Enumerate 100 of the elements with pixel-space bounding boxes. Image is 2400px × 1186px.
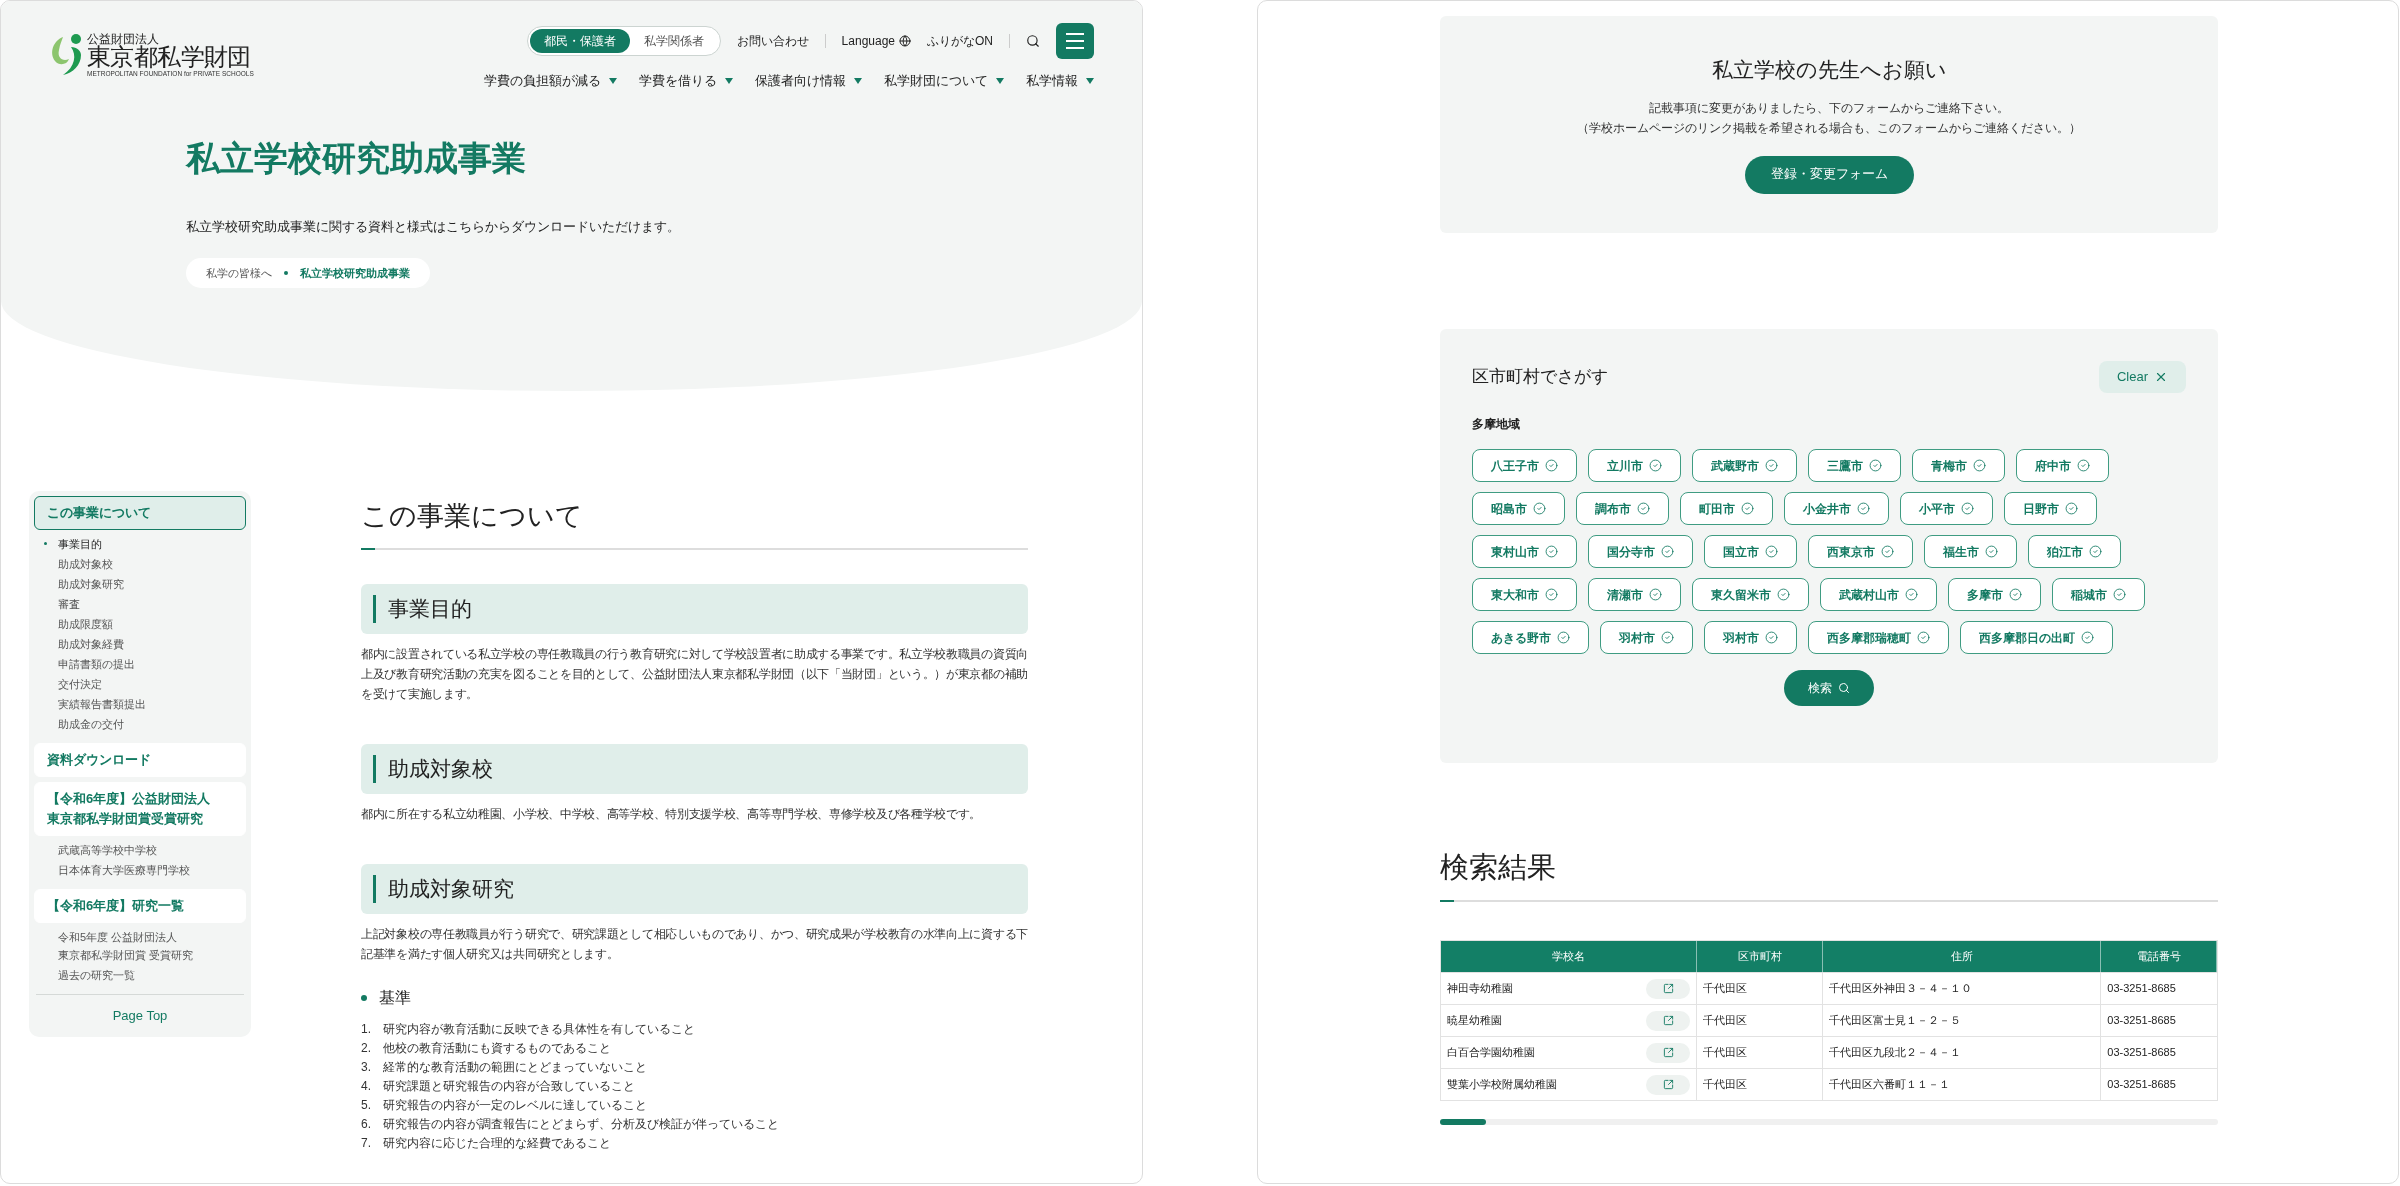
check-circle-icon	[1765, 545, 1778, 558]
table-cell-text: 神田寺幼稚園	[1447, 981, 1513, 997]
sidebar-link[interactable]: 実績報告書類提出	[58, 694, 146, 714]
breadcrumb-link[interactable]: 私学の皆様へ	[206, 264, 272, 282]
external-link-button[interactable]	[1646, 1074, 1691, 1095]
municipality-chip[interactable]: 稲城市	[2052, 578, 2145, 611]
sidebar-link[interactable]: 日本体育大学医療専門学校	[58, 860, 190, 880]
check-circle-icon	[1917, 631, 1930, 644]
sidebar-link[interactable]: 助成対象経費	[58, 634, 124, 654]
page-lead: 私立学校研究助成事業に関する資料と様式はこちらからダウンロードいただけます。	[186, 217, 681, 236]
criteria-item: 研究報告の内容が一定のレベルに達していること	[383, 1097, 647, 1114]
municipality-chip[interactable]: 福生市	[1924, 535, 2017, 568]
audience-tab[interactable]: 私学関係者	[629, 29, 718, 53]
municipality-chip[interactable]: 西東京市	[1808, 535, 1913, 568]
municipality-chip[interactable]: 国立市	[1704, 535, 1797, 568]
sidebar-link[interactable]: 助成限度額	[58, 614, 113, 634]
section-heading: 助成対象校	[361, 744, 1028, 794]
municipality-chip[interactable]: 町田市	[1680, 492, 1773, 525]
table-cell-text: 千代田区外神田３－４－１０	[1829, 981, 1973, 997]
logo-org-type: 公益財団法人	[87, 33, 159, 45]
criteria-item: 研究課題と研究報告の内容が合致していること	[383, 1078, 635, 1095]
check-circle-icon	[1857, 502, 1870, 515]
menu-button[interactable]	[1056, 23, 1094, 59]
audience-tab[interactable]: 都民・保護者	[529, 29, 630, 53]
furigana-link[interactable]: ふりがなON	[927, 32, 993, 50]
bullet-icon	[361, 995, 367, 1001]
municipality-chip[interactable]: 羽村市	[1600, 621, 1693, 654]
criteria-item: 研究内容が教育活動に反映できる具体性を有していること	[383, 1021, 695, 1038]
table-cell-text: 03-3251-8685	[2107, 1045, 2176, 1061]
sidebar-link[interactable]: 助成対象研究	[58, 574, 124, 594]
municipality-chip[interactable]: 小平市	[1900, 492, 1993, 525]
clear-button[interactable]: Clear	[2098, 361, 2186, 393]
sidebar-section[interactable]: 資料ダウンロード	[34, 743, 246, 777]
check-circle-icon	[2077, 459, 2090, 472]
sidebar-link[interactable]: 助成対象校	[58, 554, 113, 574]
notice-text: 記載事項に変更がありましたら、下のフォームからご連絡下さい。	[1649, 99, 2009, 117]
nav-link[interactable]: 学費の負担額が減る	[484, 71, 601, 91]
check-circle-icon	[1765, 631, 1778, 644]
page-top-link[interactable]: Page Top	[34, 1000, 246, 1032]
form-button[interactable]: 登録・変更フォーム	[1744, 155, 1914, 194]
municipality-chip[interactable]: 府中市	[2016, 449, 2109, 482]
globe-icon	[899, 35, 911, 47]
municipality-chip[interactable]: 羽村市	[1704, 621, 1797, 654]
check-circle-icon	[1533, 502, 1546, 515]
caret-icon	[996, 77, 1004, 84]
municipality-chip[interactable]: 東久留米市	[1692, 578, 1809, 611]
list-number: 4.	[361, 1078, 372, 1095]
nav-link[interactable]: 保護者向け情報	[755, 71, 846, 91]
external-link-button[interactable]	[1646, 1042, 1691, 1063]
search-icon[interactable]	[1026, 34, 1040, 48]
check-circle-icon	[1777, 588, 1790, 601]
municipality-chip[interactable]: 三鷹市	[1808, 449, 1901, 482]
check-circle-icon	[1973, 459, 1986, 472]
municipality-chip[interactable]: 武蔵野市	[1692, 449, 1797, 482]
nav-link[interactable]: 私学情報	[1026, 71, 1078, 91]
sidebar-link[interactable]: 申請書類の提出	[58, 654, 135, 674]
municipality-chip[interactable]: 狛江市	[2028, 535, 2121, 568]
municipality-chip[interactable]: 日野市	[2004, 492, 2097, 525]
municipality-chip[interactable]: 調布市	[1576, 492, 1669, 525]
content-heading: この事業について	[361, 503, 584, 530]
municipality-chip[interactable]: 多摩市	[1948, 578, 2041, 611]
external-link-button[interactable]	[1646, 978, 1691, 999]
sidebar-link[interactable]: 事業目的	[58, 534, 102, 554]
municipality-chip[interactable]: 西多摩郡日の出町	[1960, 621, 2113, 654]
municipality-chip[interactable]: 東大和市	[1472, 578, 1577, 611]
nav-link[interactable]: 学費を借りる	[639, 71, 717, 91]
nav-link[interactable]: 私学財団について	[884, 71, 988, 91]
sidebar-link[interactable]: 審査	[58, 594, 80, 614]
search-button[interactable]: 検索	[1784, 670, 1874, 706]
municipality-chip[interactable]: 八王子市	[1472, 449, 1577, 482]
table-cell-text: 千代田区六番町１１－１	[1829, 1077, 1951, 1093]
sidebar-link[interactable]: 助成金の交付	[58, 714, 124, 734]
language-link[interactable]: Language	[841, 32, 911, 50]
municipality-chip[interactable]: 昭島市	[1472, 492, 1565, 525]
municipality-chip[interactable]: あきる野市	[1472, 621, 1589, 654]
municipality-chip[interactable]: 小金井市	[1784, 492, 1889, 525]
section-heading: 助成対象研究	[361, 864, 1028, 914]
sidebar-link[interactable]: 武蔵高等学校中学校	[58, 840, 157, 860]
contact-link[interactable]: お問い合わせ	[736, 32, 809, 50]
results-title: 検索結果	[1440, 853, 1557, 882]
municipality-chip[interactable]: 武蔵村山市	[1820, 578, 1937, 611]
municipality-chip[interactable]: 西多摩郡瑞穂町	[1808, 621, 1949, 654]
municipality-chip[interactable]: 青梅市	[1912, 449, 2005, 482]
municipality-chip[interactable]: 国分寺市	[1588, 535, 1693, 568]
sidebar-section[interactable]: 【令和6年度】公益財団法人 東京都私学財団賞受賞研究	[34, 782, 246, 836]
sidebar-section[interactable]: 【令和6年度】研究一覧	[34, 889, 246, 923]
external-link-button[interactable]	[1646, 1010, 1691, 1031]
section-heading: 事業目的	[361, 584, 1028, 634]
sidebar-link[interactable]: 令和5年度 公益財団法人 東京都私学財団賞 受賞研究	[58, 927, 194, 965]
list-number: 5.	[361, 1097, 372, 1114]
sidebar-link[interactable]: 交付決定	[58, 674, 102, 694]
municipality-chip[interactable]: 清瀬市	[1588, 578, 1681, 611]
municipality-chip[interactable]: 東村山市	[1472, 535, 1577, 568]
breadcrumb-link[interactable]: 私立学校研究助成事業	[300, 264, 410, 282]
sidebar-section[interactable]: この事業について	[34, 496, 246, 530]
scrollbar-thumb[interactable]	[1440, 1119, 1486, 1125]
check-circle-icon	[1649, 459, 1662, 472]
check-circle-icon	[1985, 545, 1998, 558]
sidebar-link[interactable]: 過去の研究一覧	[58, 965, 135, 985]
municipality-chip[interactable]: 立川市	[1588, 449, 1681, 482]
